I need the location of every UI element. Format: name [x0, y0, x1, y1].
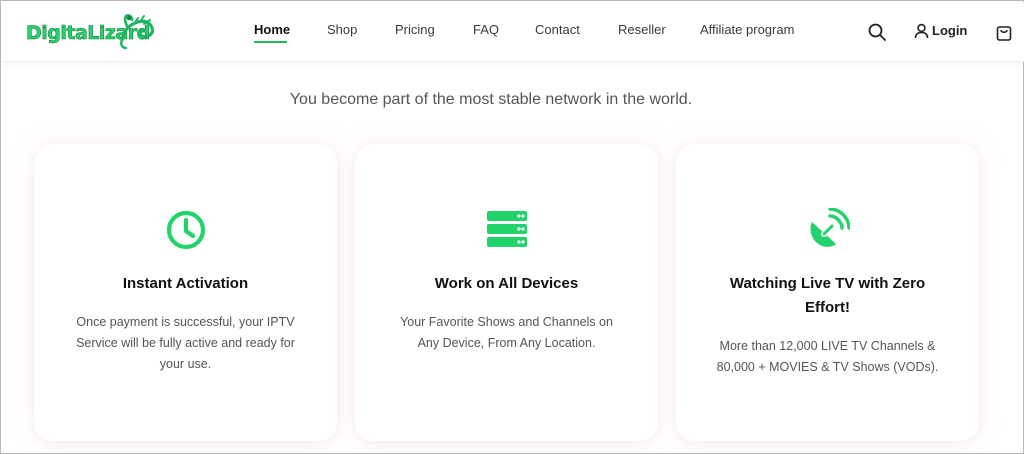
feature-description: Once payment is successful, your IPTV Se…	[76, 315, 295, 371]
feature-title: Watching Live TV with Zero Effort!	[729, 275, 926, 316]
nav-item-home[interactable]: Home	[254, 22, 290, 37]
nav-item-faq[interactable]: FAQ	[473, 22, 499, 37]
feature-description: Your Favorite Shows and Channels on Any …	[400, 315, 613, 350]
site-logo[interactable]: DigitaLizard	[26, 10, 156, 54]
nav-item-reseller[interactable]: Reseller	[618, 22, 666, 37]
server-icon	[486, 211, 527, 247]
nav-item-contact[interactable]: Contact	[535, 22, 580, 37]
nav-item-affiliate-program[interactable]: Affiliate program	[700, 22, 794, 37]
search-icon[interactable]	[866, 21, 888, 43]
lizard-logo-icon	[120, 13, 154, 50]
user-icon	[914, 23, 929, 39]
feature-card-all-devices: Work on All Devices Your Favorite Shows …	[355, 144, 658, 441]
satellite-dish-icon	[809, 208, 850, 247]
nav-item-pricing[interactable]: Pricing	[395, 22, 435, 37]
feature-title: Instant Activation	[122, 275, 249, 292]
feature-card-live-tv: Watching Live TV with Zero Effort! More …	[676, 144, 979, 441]
clock-icon	[166, 210, 205, 250]
feature-description: More than 12,000 LIVE TV Channels & 80,0…	[716, 339, 939, 374]
login-label: Login	[932, 23, 968, 38]
active-nav-underline	[254, 41, 287, 43]
nav-item-shop[interactable]: Shop	[327, 22, 357, 37]
feature-card-instant-activation: Instant Activation Once payment is succe…	[34, 144, 337, 441]
cart-icon[interactable]	[994, 22, 1016, 44]
feature-title: Work on All Devices	[434, 275, 579, 292]
page-frame: DigitaLizard Home Shop Pricing FAQ Conta…	[0, 0, 1024, 454]
site-header: DigitaLizard Home Shop Pricing FAQ Conta…	[2, 2, 1024, 62]
tagline: You become part of the most stable netwo…	[289, 91, 693, 108]
